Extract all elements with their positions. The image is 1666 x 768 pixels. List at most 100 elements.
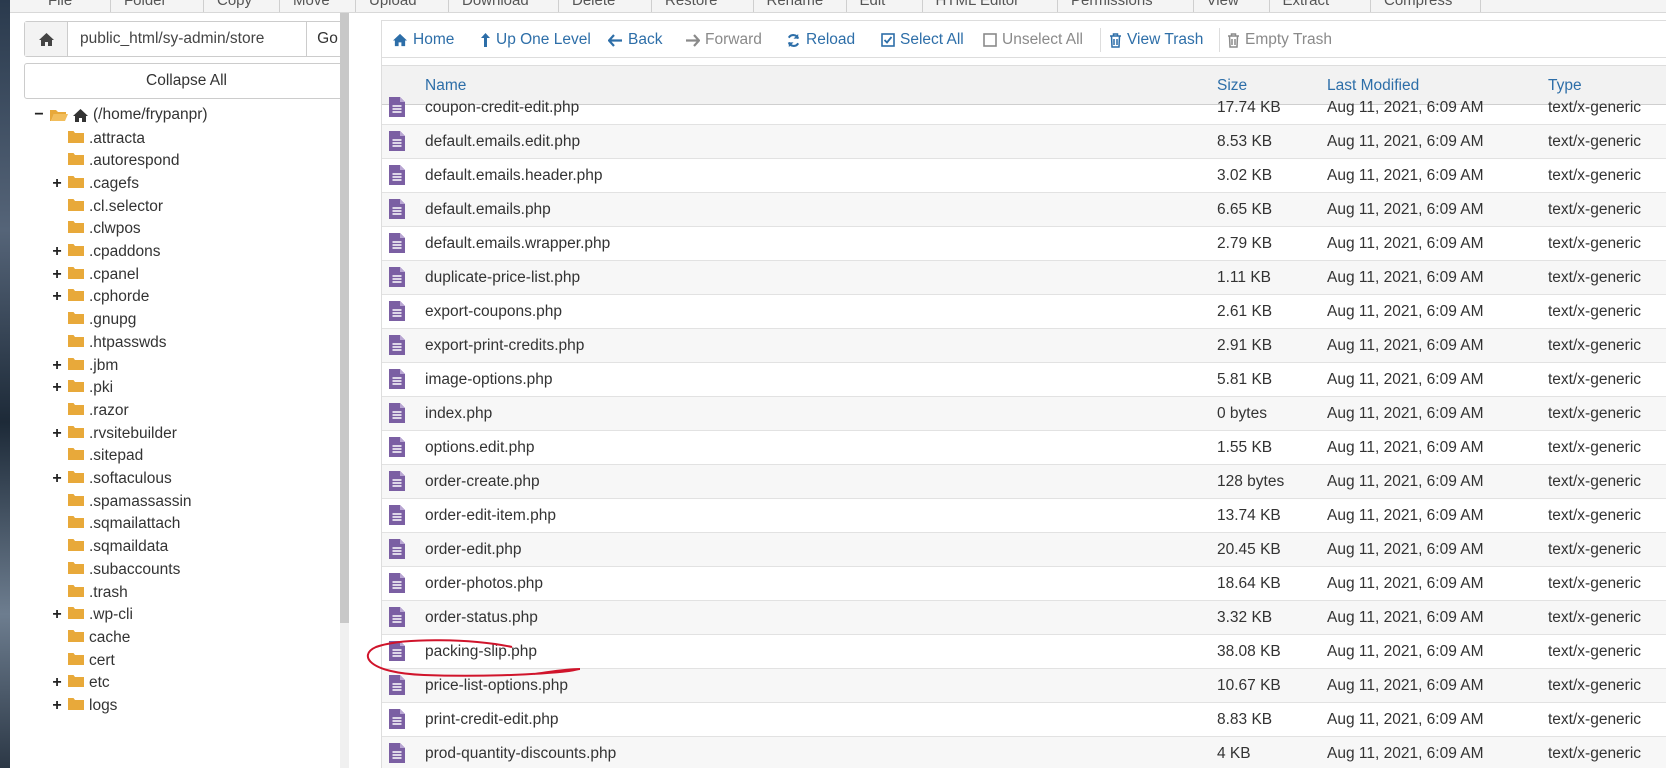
- toolbar-item-rename[interactable]: Rename: [767, 0, 824, 9]
- toolbar-item-move[interactable]: Move: [293, 0, 330, 9]
- tree-item-logs[interactable]: + logs: [50, 695, 117, 718]
- table-row[interactable]: default.emails.php 6.65 KB Aug 11, 2021, 6…: [382, 193, 1666, 227]
- expand-toggle-icon[interactable]: +: [50, 175, 64, 193]
- path-home-button[interactable]: [25, 22, 68, 56]
- tree-item-attracta[interactable]: .attracta: [50, 127, 145, 150]
- table-row[interactable]: order-status.php 3.32 KB Aug 11, 2021, 6:0…: [382, 601, 1666, 635]
- unselect-all-button[interactable]: Unselect All: [983, 21, 1083, 59]
- toolbar-item-upload[interactable]: Upload: [369, 0, 417, 9]
- table-row[interactable]: export-coupons.php 2.61 KB Aug 11, 2021, 6…: [382, 295, 1666, 329]
- toolbar-item-delete[interactable]: Delete: [572, 0, 615, 9]
- table-row[interactable]: prod-quantity-discounts.php 4 KB Aug 11, 2…: [382, 737, 1666, 768]
- tree-item-wp-cli[interactable]: + .wp-cli: [50, 604, 133, 627]
- expand-toggle-icon[interactable]: +: [50, 674, 64, 692]
- sidebar-scrollbar[interactable]: [340, 13, 349, 768]
- toolbar-item-view[interactable]: View: [1207, 0, 1239, 9]
- tree-item-softaculous[interactable]: + .softaculous: [50, 468, 171, 491]
- tree-item-cert[interactable]: cert: [50, 649, 115, 672]
- table-row[interactable]: index.php 0 bytes Aug 11, 2021, 6:09 AM tex…: [382, 397, 1666, 431]
- toolbar-item-copy[interactable]: Copy: [217, 0, 252, 9]
- table-row[interactable]: order-create.php 128 bytes Aug 11, 2021, 6…: [382, 465, 1666, 499]
- tree-item-label: .autorespond: [89, 152, 180, 170]
- tree-item-cl-selector[interactable]: .cl.selector: [50, 195, 163, 218]
- table-row[interactable]: default.emails.header.php 3.02 KB Aug 11, …: [382, 159, 1666, 193]
- expand-toggle-icon[interactable]: +: [50, 425, 64, 443]
- toolbar-item-restore[interactable]: Restore: [665, 0, 718, 9]
- expand-toggle-icon[interactable]: +: [50, 470, 64, 488]
- tree-item-jbm[interactable]: + .jbm: [50, 354, 118, 377]
- tree-item-htpasswds[interactable]: .htpasswds: [50, 331, 167, 354]
- view-trash-button[interactable]: View Trash: [1109, 21, 1203, 59]
- tree-item-rvsitebuilder[interactable]: + .rvsitebuilder: [50, 422, 177, 445]
- reload-button[interactable]: Reload: [786, 21, 855, 59]
- table-row[interactable]: default.emails.wrapper.php 2.79 KB Aug 11,…: [382, 227, 1666, 261]
- file-icon: [388, 674, 406, 700]
- home-button[interactable]: Home: [392, 21, 454, 59]
- file-icon: [388, 708, 406, 734]
- expand-toggle-icon[interactable]: +: [50, 266, 64, 284]
- toolbar-item-compress[interactable]: Compress: [1384, 0, 1452, 9]
- toolbar-item-permissions[interactable]: Permissions: [1071, 0, 1153, 9]
- empty-trash-button[interactable]: Empty Trash: [1227, 21, 1332, 59]
- tree-item-sqmaildata[interactable]: .sqmaildata: [50, 536, 168, 559]
- tree-item-cpanel[interactable]: + .cpanel: [50, 263, 139, 286]
- toolbar-item-html-editor[interactable]: HTML Editor: [936, 0, 1020, 9]
- toolbar-item-download[interactable]: Download: [462, 0, 529, 9]
- tree-root[interactable]: − (/home/frypanpr): [32, 103, 207, 127]
- trash-icon: [1110, 32, 1121, 48]
- tree-item-etc[interactable]: + etc: [50, 672, 109, 695]
- back-button[interactable]: Back: [608, 21, 662, 59]
- file-icon: [388, 232, 406, 258]
- tree-item-cphorde[interactable]: + .cphorde: [50, 286, 149, 309]
- toolbar-divider: [203, 0, 204, 12]
- tree-item-cpaddons[interactable]: + .cpaddons: [50, 241, 160, 264]
- checkbox-checked-icon: [881, 33, 895, 47]
- tree-item-razor[interactable]: .razor: [50, 399, 129, 422]
- table-row[interactable]: image-options.php 5.81 KB Aug 11, 2021, 6:…: [382, 363, 1666, 397]
- expand-toggle-icon[interactable]: +: [50, 379, 64, 397]
- tree-item-gnupg[interactable]: .gnupg: [50, 309, 136, 332]
- tree-item-sitepad[interactable]: .sitepad: [50, 445, 143, 468]
- expand-toggle-icon[interactable]: +: [50, 606, 64, 624]
- table-row[interactable]: packing-slip.php 38.08 KB Aug 11, 2021, 6:…: [382, 635, 1666, 669]
- collapse-toggle-icon[interactable]: −: [32, 106, 46, 124]
- file-type: text/x-generic: [1548, 303, 1642, 320]
- toolbar-item-folder[interactable]: Folder: [124, 0, 167, 9]
- table-row[interactable]: default.emails.edit.php 8.53 KB Aug 11, 20…: [382, 125, 1666, 159]
- file-last-modified: Aug 11, 2021, 6:09 AM: [1327, 405, 1484, 422]
- toolbar-item-file[interactable]: File: [48, 0, 72, 9]
- tree-item-trash[interactable]: .trash: [50, 581, 128, 604]
- table-row[interactable]: export-print-credits.php 2.91 KB Aug 11, 2…: [382, 329, 1666, 363]
- collapse-all-button[interactable]: Collapse All: [24, 63, 349, 99]
- table-row[interactable]: print-credit-edit.php 8.83 KB Aug 11, 2021…: [382, 703, 1666, 737]
- expand-toggle-icon[interactable]: +: [50, 243, 64, 261]
- tree-item-cagefs[interactable]: + .cagefs: [50, 172, 139, 195]
- tree-item-spamassassin[interactable]: .spamassassin: [50, 490, 192, 513]
- up-one-level-button[interactable]: Up One Level: [480, 21, 591, 59]
- toolbar-item-edit[interactable]: Edit: [860, 0, 886, 9]
- forward-button[interactable]: Forward: [685, 21, 762, 59]
- table-row[interactable]: duplicate-price-list.php 1.11 KB Aug 11, 2…: [382, 261, 1666, 295]
- expand-toggle-icon[interactable]: +: [50, 357, 64, 375]
- table-row[interactable]: order-photos.php 18.64 KB Aug 11, 2021, 6:…: [382, 567, 1666, 601]
- tree-item-subaccounts[interactable]: .subaccounts: [50, 558, 180, 581]
- table-row[interactable]: order-edit.php 20.45 KB Aug 11, 2021, 6:09…: [382, 533, 1666, 567]
- table-row[interactable]: coupon-credit-edit.php 17.74 KB Aug 11, 20…: [382, 91, 1666, 125]
- sidebar-scroll-thumb[interactable]: [340, 13, 349, 623]
- expand-toggle-icon[interactable]: +: [50, 288, 64, 306]
- toolbar-item-extract[interactable]: Extract: [1283, 0, 1330, 9]
- file-last-modified: Aug 11, 2021, 6:09 AM: [1327, 745, 1484, 762]
- path-input[interactable]: [68, 22, 306, 56]
- table-row[interactable]: price-list-options.php 10.67 KB Aug 11, 20…: [382, 669, 1666, 703]
- tree-item-clwpos[interactable]: .clwpos: [50, 218, 141, 241]
- select-all-button[interactable]: Select All: [881, 21, 964, 59]
- tree-item-label: .sqmaildata: [89, 538, 169, 556]
- table-row[interactable]: order-edit-item.php 13.74 KB Aug 11, 2021,…: [382, 499, 1666, 533]
- tree-item-cache[interactable]: cache: [50, 626, 130, 649]
- path-bar: Go: [24, 21, 349, 57]
- tree-item-autorespond[interactable]: .autorespond: [50, 150, 180, 173]
- tree-item-pki[interactable]: + .pki: [50, 377, 113, 400]
- tree-item-sqmailattach[interactable]: .sqmailattach: [50, 513, 180, 536]
- table-row[interactable]: options.edit.php 1.55 KB Aug 11, 2021, 6:0…: [382, 431, 1666, 465]
- expand-toggle-icon[interactable]: +: [50, 697, 64, 715]
